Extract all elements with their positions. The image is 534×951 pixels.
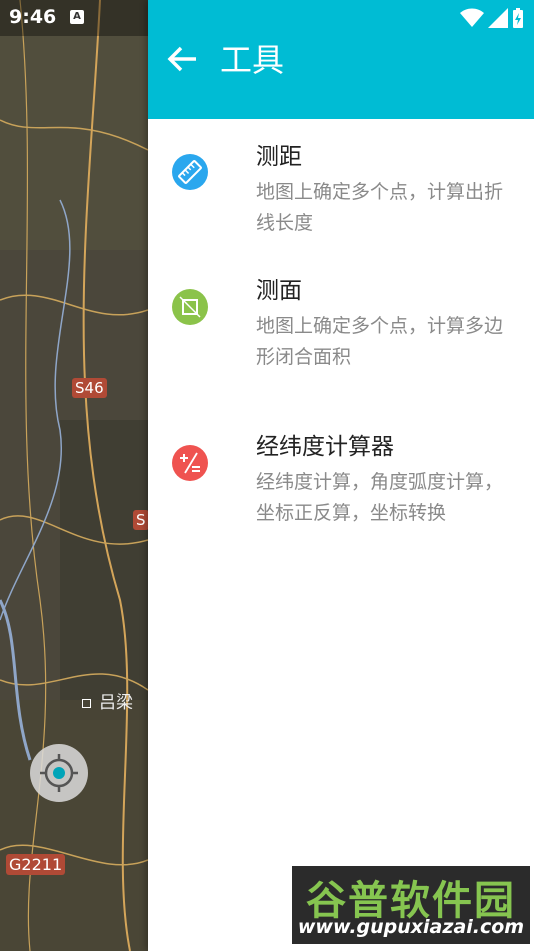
- map-label-g2211: G2211: [6, 854, 66, 875]
- page-title: 工具: [220, 41, 285, 79]
- watermark-url: www.gupuxiazai.com: [297, 916, 525, 938]
- signal-icon: [488, 8, 508, 28]
- tool-item-coordinate-calculator[interactable]: 经纬度计算器 经纬度计算，角度弧度计算，坐标正反算，坐标转换: [148, 431, 534, 531]
- crop-square-icon: [172, 289, 208, 325]
- tool-description: 地图上确定多个点，计算多边形闭合面积: [256, 315, 504, 368]
- map-label-s: S: [133, 510, 148, 530]
- tool-title: 经纬度计算器: [256, 434, 394, 460]
- my-location-button[interactable]: [30, 744, 88, 802]
- ruler-icon: [172, 154, 208, 190]
- tool-item-area[interactable]: 测面 地图上确定多个点，计算多边形闭合面积: [148, 275, 534, 375]
- arrow-back-icon: [167, 46, 196, 72]
- tool-title: 测距: [256, 144, 302, 170]
- system-status-icons: [460, 7, 524, 29]
- map-label-city: 吕梁: [82, 688, 133, 713]
- map-view[interactable]: S46 S 吕梁 G2211: [0, 0, 148, 951]
- tool-title: 测面: [256, 278, 302, 304]
- tool-description: 地图上确定多个点，计算出折线长度: [256, 181, 504, 234]
- tool-description: 经纬度计算，角度弧度计算，坐标正反算，坐标转换: [256, 471, 504, 524]
- map-label-s46: S46: [72, 378, 107, 398]
- city-marker-icon: [82, 698, 91, 708]
- drawer-header: 工具: [148, 0, 534, 119]
- notification-a-icon: A: [70, 10, 84, 24]
- tools-drawer: 工具 测距 地图上确定多个点，计算出折线长度 测面 地图上确定多个点，计算多边形…: [148, 0, 534, 951]
- back-button[interactable]: [166, 40, 200, 74]
- calculator-icon: [172, 445, 208, 481]
- wifi-icon: [460, 8, 484, 27]
- satellite-map: [0, 0, 148, 951]
- city-name: 吕梁: [99, 693, 133, 713]
- locate-icon: [40, 754, 78, 792]
- status-bar-left: 9:46 A: [0, 0, 148, 36]
- tool-item-distance[interactable]: 测距 地图上确定多个点，计算出折线长度: [148, 141, 534, 241]
- watermark-logo: 谷普软件园 www.gupuxiazai.com: [292, 866, 530, 944]
- battery-charging-icon: [513, 8, 523, 28]
- status-time: 9:46: [9, 6, 57, 28]
